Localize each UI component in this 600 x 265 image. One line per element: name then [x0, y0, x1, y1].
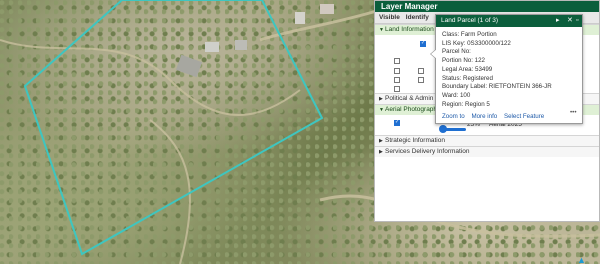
checkbox-icon[interactable] — [420, 40, 426, 47]
checkbox-icon[interactable] — [394, 86, 400, 92]
building — [320, 4, 334, 14]
popup-title: Land Parcel (1 of 3) — [441, 17, 499, 24]
close-icon[interactable]: ✕ — [567, 15, 573, 27]
field-region: Region: Region 5 — [442, 100, 490, 108]
field-status: Status: Registered — [442, 74, 493, 82]
field-boundary-label: Boundary Label: RIETFONTEIN 366-JR — [442, 83, 552, 91]
layer-manager-title: Layer Manager — [375, 1, 599, 12]
play-icon[interactable]: ▸ — [556, 15, 560, 27]
group-services-delivery[interactable]: ▶ Services Delivery Information — [375, 146, 599, 157]
group-label: Political & Admin — [385, 95, 434, 102]
popup-pointer — [430, 49, 437, 59]
caret-icon: ▶ — [379, 138, 383, 144]
land-parcel-popup: Land Parcel (1 of 3) ▸ ✕ ▫ Class: Farm P… — [430, 14, 583, 124]
group-strategic-information[interactable]: ▶ Strategic Information — [375, 135, 599, 146]
caret-icon: ▶ — [379, 149, 383, 155]
building — [175, 54, 203, 78]
zoom-to-link[interactable]: Zoom to — [442, 113, 465, 120]
caret-icon: ▼ — [379, 27, 384, 33]
group-label: Strategic Information — [385, 137, 445, 144]
group-label: Aerial Photograph — [385, 106, 438, 113]
building — [205, 42, 219, 52]
checkbox-icon[interactable] — [418, 77, 424, 83]
checkbox-icon[interactable] — [394, 119, 400, 126]
checkbox-icon[interactable] — [394, 58, 400, 64]
select-feature-link[interactable]: Select Feature — [504, 113, 544, 120]
field-parcel-no: Parcel No: — [442, 48, 471, 56]
field-ward: Ward: 100 — [442, 91, 471, 99]
building — [295, 12, 305, 24]
caret-icon: ▼ — [379, 107, 384, 113]
caret-icon: ▶ — [379, 96, 383, 102]
more-info-link[interactable]: More info — [471, 113, 497, 120]
maximize-icon[interactable]: ▫ — [576, 15, 578, 27]
field-class: Class: Farm Portion — [442, 31, 497, 38]
field-portion-no: Portion No: 122 — [442, 57, 485, 65]
building — [235, 40, 247, 50]
more-options-icon[interactable]: ••• — [570, 109, 577, 116]
field-lis-key: LIS Key: 0S3300000/122 — [442, 39, 511, 47]
checkbox-icon[interactable] — [394, 77, 400, 83]
tab-identify[interactable]: Identify — [406, 14, 429, 21]
group-label: Services Delivery Information — [385, 148, 470, 155]
popup-fields: Class: Farm Portion LIS Key: 0S3300000/1… — [436, 27, 582, 113]
group-label: Land Information — [385, 26, 434, 33]
opacity-slider-handle[interactable] — [439, 125, 447, 133]
land-parcel-boundary[interactable] — [23, 0, 324, 256]
popup-header: Land Parcel (1 of 3) ▸ ✕ ▫ — [436, 15, 582, 27]
field-legal-area: Legal Area: 53499 — [442, 65, 493, 73]
checkbox-icon[interactable] — [418, 68, 424, 74]
tab-visible[interactable]: Visible — [379, 14, 400, 21]
checkbox-icon[interactable] — [394, 68, 400, 74]
popup-actions: Zoom to More info Select Feature ••• — [442, 109, 577, 120]
